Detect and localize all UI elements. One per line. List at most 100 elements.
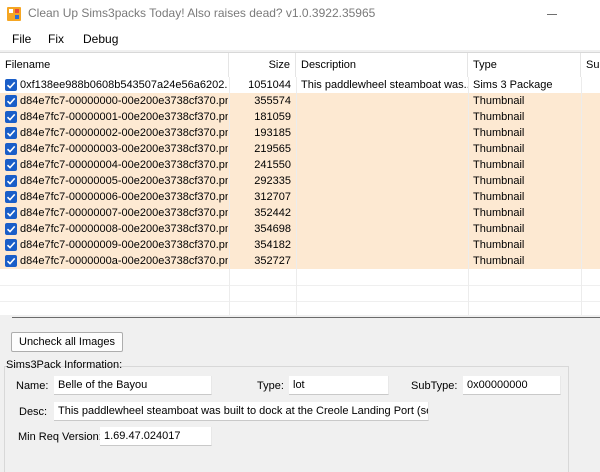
cell-type: Thumbnail (473, 127, 525, 139)
cell-filename: d84e7fc7-00000007-00e200e3738cf370.png (20, 207, 228, 219)
cell-size: 181059 (254, 111, 291, 123)
cell-size: 1051044 (248, 79, 291, 91)
cell-type: Thumbnail (473, 223, 525, 235)
cell-filename: d84e7fc7-00000002-00e200e3738cf370.png (20, 127, 228, 139)
row-checkbox[interactable] (5, 191, 17, 203)
empty-row-line (0, 285, 600, 286)
group-title: Sims3Pack Information: (6, 359, 123, 371)
list-row[interactable]: d84e7fc7-00000000-00e200e3738cf370.png 35… (0, 93, 600, 109)
cell-type: Thumbnail (473, 191, 525, 203)
cell-type: Thumbnail (473, 239, 525, 251)
uncheck-all-images-button[interactable]: Uncheck all Images (11, 332, 123, 352)
cell-description (301, 221, 469, 237)
cell-description (301, 237, 469, 253)
column-header-size[interactable]: Size (229, 53, 296, 77)
list-row[interactable]: d84e7fc7-00000004-00e200e3738cf370.png 24… (0, 157, 600, 173)
column-divider (296, 77, 297, 315)
cell-type: Thumbnail (473, 207, 525, 219)
title-bar[interactable]: Clean Up Sims3packs Today! Also raises d… (0, 0, 600, 28)
column-divider (468, 77, 469, 315)
row-checkbox[interactable] (5, 143, 17, 155)
cell-filename: d84e7fc7-00000009-00e200e3738cf370.png (20, 239, 228, 251)
row-checkbox[interactable] (5, 207, 17, 219)
row-checkbox[interactable] (5, 111, 17, 123)
column-header-subtype[interactable]: Sub (581, 53, 600, 77)
row-checkbox[interactable] (5, 95, 17, 107)
list-row[interactable]: d84e7fc7-00000008-00e200e3738cf370.png 35… (0, 221, 600, 237)
cell-filename: d84e7fc7-00000004-00e200e3738cf370.png (20, 159, 228, 171)
menu-debug[interactable]: Debug (83, 32, 118, 46)
cell-filename: 0xf138ee988b0608b543507a24e56a6202.... (20, 79, 228, 91)
subtype-label: SubType: (411, 380, 458, 392)
cell-filename: d84e7fc7-00000003-00e200e3738cf370.png (20, 143, 228, 155)
cell-description (301, 141, 469, 157)
app-icon (6, 6, 22, 22)
cell-description (301, 109, 469, 125)
file-list[interactable]: Filename Size Description Type Sub 0xf13… (0, 52, 600, 315)
min-req-version-field[interactable]: 1.69.47.024017 (100, 427, 212, 446)
desc-label: Desc: (19, 406, 48, 418)
splitter[interactable] (12, 317, 600, 318)
column-divider (229, 77, 230, 315)
cell-size: 241550 (254, 159, 291, 171)
menu-bar: File Fix Debug (0, 28, 600, 50)
menu-fix[interactable]: Fix (48, 32, 64, 46)
type-field[interactable]: lot (289, 376, 389, 395)
cell-type: Thumbnail (473, 143, 525, 155)
subtype-field[interactable]: 0x00000000 (463, 376, 561, 395)
minimize-button[interactable] (542, 4, 562, 24)
main-window: Clean Up Sims3packs Today! Also raises d… (0, 0, 600, 472)
list-row[interactable]: d84e7fc7-00000001-00e200e3738cf370.png 18… (0, 109, 600, 125)
row-checkbox[interactable] (5, 79, 17, 91)
list-row[interactable]: d84e7fc7-00000009-00e200e3738cf370.png 35… (0, 237, 600, 253)
cell-size: 352727 (254, 255, 291, 267)
cell-filename: d84e7fc7-0000000a-00e200e3738cf370.png (20, 255, 228, 267)
cell-size: 193185 (254, 127, 291, 139)
list-row[interactable]: d84e7fc7-00000007-00e200e3738cf370.png 35… (0, 205, 600, 221)
list-row[interactable]: d84e7fc7-0000000a-00e200e3738cf370.png 35… (0, 253, 600, 269)
list-row[interactable]: d84e7fc7-00000002-00e200e3738cf370.png 19… (0, 125, 600, 141)
empty-row-line (0, 301, 600, 302)
row-checkbox[interactable] (5, 239, 17, 251)
menu-file[interactable]: File (12, 32, 31, 46)
cell-size: 292335 (254, 175, 291, 187)
row-checkbox[interactable] (5, 159, 17, 171)
cell-description (301, 157, 469, 173)
cell-size: 355574 (254, 95, 291, 107)
cell-description (301, 205, 469, 221)
cell-type: Thumbnail (473, 95, 525, 107)
cell-size: 354182 (254, 239, 291, 251)
cell-type: Sims 3 Package (473, 79, 553, 91)
cell-size: 354698 (254, 223, 291, 235)
row-checkbox[interactable] (5, 175, 17, 187)
desc-field[interactable]: This paddlewheel steamboat was built to … (54, 402, 429, 421)
list-row[interactable]: d84e7fc7-00000005-00e200e3738cf370.png 29… (0, 173, 600, 189)
name-label: Name: (16, 380, 49, 392)
cell-size: 219565 (254, 143, 291, 155)
type-label: Type: (257, 380, 284, 392)
list-row[interactable]: 0xf138ee988b0608b543507a24e56a6202.... 10… (0, 77, 600, 93)
cell-type: Thumbnail (473, 175, 525, 187)
column-header-description[interactable]: Description (296, 53, 468, 77)
column-divider (581, 77, 582, 315)
cell-type: Thumbnail (473, 111, 525, 123)
column-header-filename[interactable]: Filename (0, 53, 229, 77)
cell-description: This paddlewheel steamboat was... (301, 79, 469, 91)
column-header-type[interactable]: Type (468, 53, 581, 77)
cell-description (301, 253, 469, 269)
list-row[interactable]: d84e7fc7-00000006-00e200e3738cf370.png 31… (0, 189, 600, 205)
cell-size: 352442 (254, 207, 291, 219)
cell-filename: d84e7fc7-00000005-00e200e3738cf370.png (20, 175, 228, 187)
window-title: Clean Up Sims3packs Today! Also raises d… (28, 6, 376, 20)
cell-description (301, 125, 469, 141)
cell-type: Thumbnail (473, 255, 525, 267)
name-field[interactable]: Belle of the Bayou (54, 376, 212, 395)
min-req-version-label: Min Req Version: (18, 431, 102, 443)
list-row[interactable]: d84e7fc7-00000003-00e200e3738cf370.png 21… (0, 141, 600, 157)
row-checkbox[interactable] (5, 127, 17, 139)
cell-filename: d84e7fc7-00000008-00e200e3738cf370.png (20, 223, 228, 235)
row-checkbox[interactable] (5, 223, 17, 235)
row-checkbox[interactable] (5, 255, 17, 267)
cell-filename: d84e7fc7-00000000-00e200e3738cf370.png (20, 95, 228, 107)
cell-size: 312707 (254, 191, 291, 203)
